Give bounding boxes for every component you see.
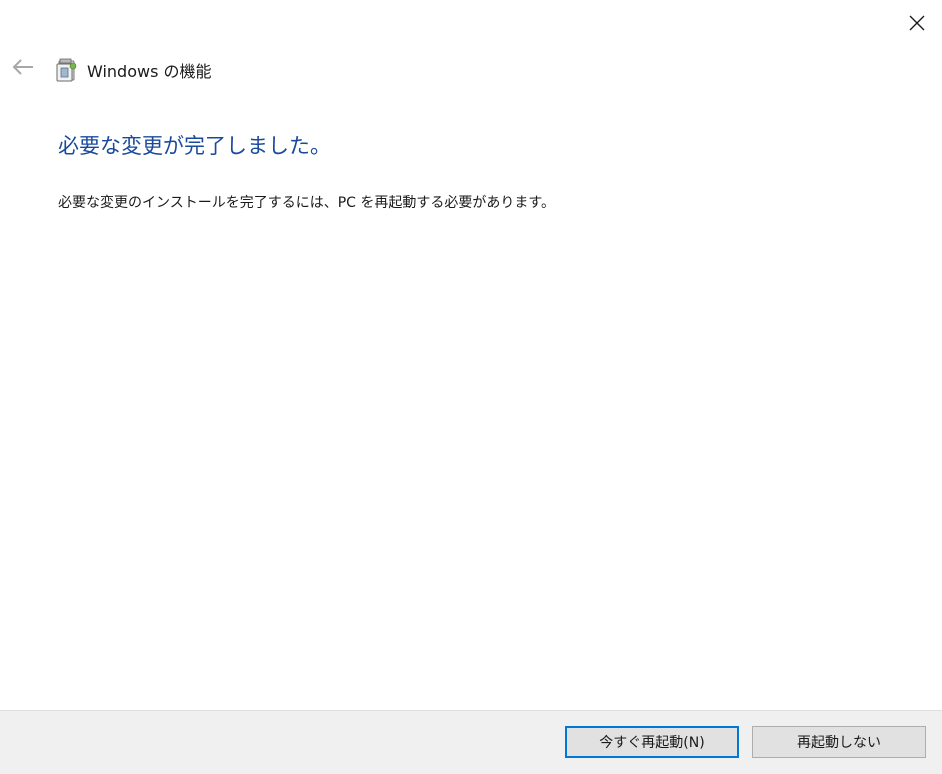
dont-restart-button[interactable]: 再起動しない xyxy=(752,726,926,758)
windows-features-dialog: Windows の機能 必要な変更が完了しました。 必要な変更のインストールを完… xyxy=(0,0,942,774)
back-button[interactable] xyxy=(8,55,38,83)
back-arrow-icon xyxy=(12,59,34,79)
close-icon xyxy=(909,15,925,31)
page-heading: 必要な変更が完了しました。 xyxy=(58,134,331,158)
restart-message: 必要な変更のインストールを完了するには、PC を再起動する必要があります。 xyxy=(58,195,555,211)
close-button[interactable] xyxy=(896,4,938,42)
restart-now-button[interactable]: 今すぐ再起動(N) xyxy=(565,726,739,758)
title-bar: Windows の機能 xyxy=(56,56,212,84)
windows-features-icon xyxy=(56,58,78,82)
window-title: Windows の機能 xyxy=(87,62,212,81)
dialog-footer: 今すぐ再起動(N) 再起動しない xyxy=(0,710,942,774)
